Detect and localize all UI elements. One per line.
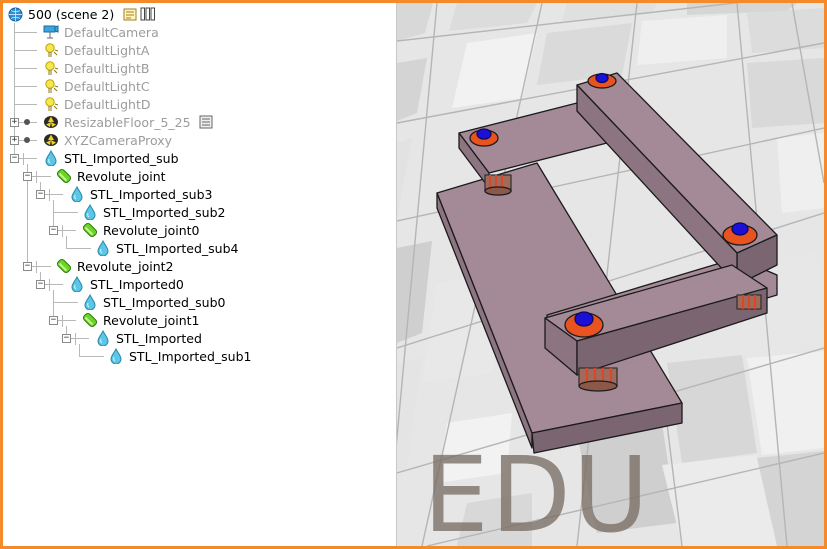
collapse-toggle[interactable]: − (36, 190, 45, 199)
tree-node-stl-imported-sub1[interactable]: STL_Imported_sub1 (108, 347, 251, 365)
light-bulb-icon (43, 60, 59, 76)
light-bulb-icon (43, 96, 59, 112)
tree-node-xyz-camera-proxy[interactable]: XYZCameraProxy (43, 131, 172, 149)
joint-cap-top-left (469, 128, 499, 147)
tree-node-default-camera[interactable]: DefaultCamera (43, 23, 159, 41)
shape-drop-icon (82, 294, 98, 310)
collapse-toggle[interactable]: − (62, 334, 71, 343)
tree-node-default-light-c[interactable]: DefaultLightC (43, 77, 150, 95)
scene-edit-icon[interactable] (122, 6, 138, 22)
tree-node-stl-imported-sub4[interactable]: STL_Imported_sub4 (95, 239, 238, 257)
joint-cylinder-icon (56, 258, 72, 274)
joint-shaft (736, 294, 762, 310)
node-label: STL_Imported_sub0 (103, 294, 226, 310)
tree-node-stl-imported-sub0[interactable]: STL_Imported_sub0 (82, 293, 225, 311)
edu-watermark: EDU (423, 434, 651, 546)
proxy-disc-icon (43, 114, 59, 130)
globe-icon (7, 6, 23, 22)
node-label: STL_Imported_sub (64, 150, 179, 166)
tree-node-stl-imported[interactable]: STL_Imported (95, 329, 202, 347)
node-label: Revolute_joint2 (77, 258, 174, 274)
node-label: STL_Imported_sub3 (90, 186, 213, 202)
tree-node-revolute-joint2[interactable]: Revolute_joint2 (56, 257, 173, 275)
tree-node-stl-imported-sub[interactable]: STL_Imported_sub (43, 149, 179, 167)
node-label: DefaultLightC (64, 78, 150, 94)
joint-shaft (484, 174, 512, 196)
collapse-toggle[interactable]: − (23, 262, 32, 271)
node-label: DefaultCamera (64, 24, 159, 40)
tree-node-default-light-d[interactable]: DefaultLightD (43, 95, 151, 113)
proxy-disc-icon (43, 132, 59, 148)
light-bulb-icon (43, 42, 59, 58)
tree-node-revolute-joint0[interactable]: Revolute_joint0 (82, 221, 199, 239)
collapse-toggle[interactable]: − (36, 280, 45, 289)
node-label: Revolute_joint1 (103, 312, 200, 328)
node-label: DefaultLightD (64, 96, 151, 112)
tree-node-default-light-b[interactable]: DefaultLightB (43, 59, 149, 77)
3d-viewport[interactable]: EDU (397, 3, 824, 546)
shape-drop-icon (108, 348, 124, 364)
script-bars-icon[interactable] (140, 6, 156, 22)
node-bullet (24, 119, 30, 125)
joint-shaft (578, 367, 618, 392)
joint-cap-top-right (587, 72, 617, 89)
joint-cap-front (564, 311, 604, 338)
collapse-toggle[interactable]: − (49, 316, 58, 325)
shape-drop-icon (95, 240, 111, 256)
node-label: DefaultLightA (64, 42, 150, 58)
shape-drop-icon (95, 330, 111, 346)
expand-toggle[interactable]: + (10, 136, 19, 145)
node-label: DefaultLightB (64, 60, 150, 76)
node-label: Revolute_joint (77, 168, 166, 184)
node-label: STL_Imported_sub2 (103, 204, 226, 220)
node-label: Revolute_joint0 (103, 222, 200, 238)
joint-cylinder-icon (82, 312, 98, 328)
app-frame: + + − − − − − − − − 500 (scene 2) Defaul… (3, 3, 824, 546)
tree-root[interactable]: 500 (scene 2) (7, 5, 156, 23)
node-label: ResizableFloor_5_25 (64, 114, 191, 130)
scene-hierarchy-panel[interactable]: + + − − − − − − − − 500 (scene 2) Defaul… (3, 3, 397, 546)
tree-node-resizable-floor[interactable]: ResizableFloor_5_25 (43, 113, 214, 131)
joint-cylinder-icon (82, 222, 98, 238)
tree-node-stl-imported0[interactable]: STL_Imported0 (69, 275, 184, 293)
shape-drop-icon (69, 276, 85, 292)
node-label: STL_Imported (116, 330, 202, 346)
tree-root-label: 500 (scene 2) (28, 6, 115, 22)
node-label: XYZCameraProxy (64, 132, 173, 148)
shape-drop-icon (43, 150, 59, 166)
expand-toggle[interactable]: + (10, 118, 19, 127)
node-label: STL_Imported0 (90, 276, 184, 292)
camera-icon (43, 24, 59, 40)
tree-node-default-light-a[interactable]: DefaultLightA (43, 41, 149, 59)
tree-node-revolute-joint1[interactable]: Revolute_joint1 (82, 311, 199, 329)
node-label: STL_Imported_sub1 (129, 348, 252, 364)
joint-cylinder-icon (56, 168, 72, 184)
shape-drop-icon (69, 186, 85, 202)
shape-drop-icon (82, 204, 98, 220)
tree-node-stl-imported-sub2[interactable]: STL_Imported_sub2 (82, 203, 225, 221)
collapse-toggle[interactable]: − (49, 226, 58, 235)
tree-node-stl-imported-sub3[interactable]: STL_Imported_sub3 (69, 185, 212, 203)
collapse-toggle[interactable]: − (10, 154, 19, 163)
node-bullet (24, 137, 30, 143)
script-doc-icon[interactable] (198, 114, 214, 130)
tree-node-revolute-joint[interactable]: Revolute_joint (56, 167, 166, 185)
node-label: STL_Imported_sub4 (116, 240, 239, 256)
collapse-toggle[interactable]: − (23, 172, 32, 181)
light-bulb-icon (43, 78, 59, 94)
